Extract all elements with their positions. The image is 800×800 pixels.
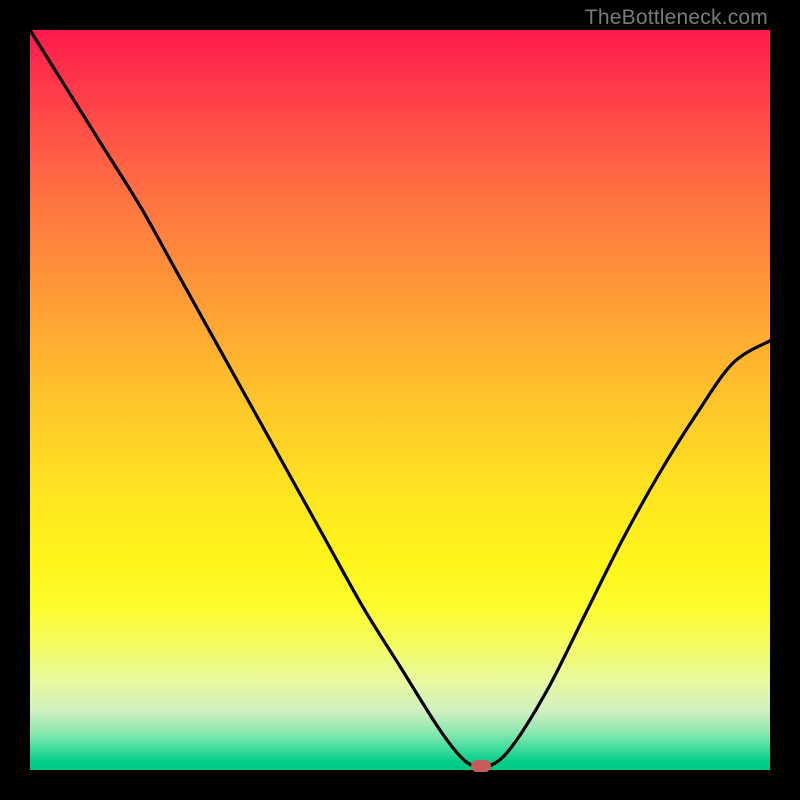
chart-frame: TheBottleneck.com <box>0 0 800 800</box>
watermark-text: TheBottleneck.com <box>585 6 768 30</box>
plot-area <box>30 30 770 770</box>
optimal-point-marker <box>471 760 491 772</box>
bottleneck-curve <box>30 30 770 770</box>
